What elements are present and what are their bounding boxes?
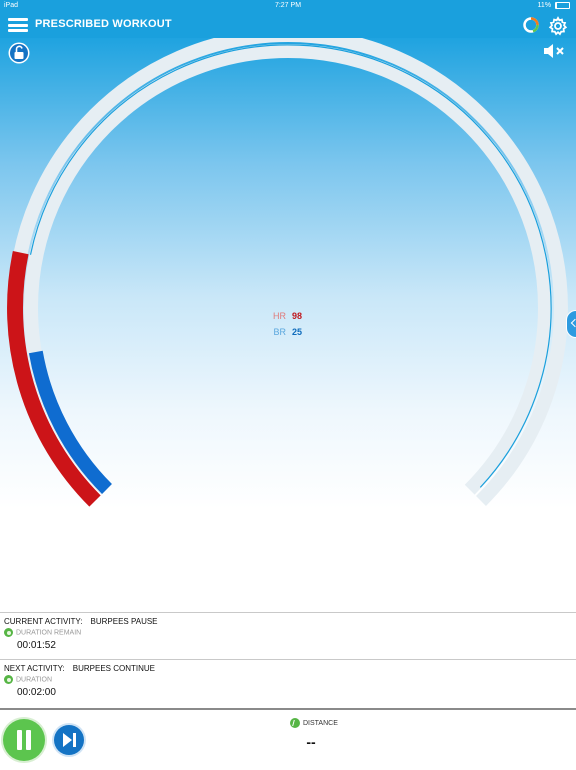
next-activity-time: 00:02:00 [17,687,56,698]
battery-percent: 11% [537,2,552,9]
unlock-icon [8,42,30,64]
timer-icon [4,675,13,684]
timer-icon [4,628,13,637]
menu-button[interactable] [8,18,28,32]
heart-breath-gauge [7,38,568,507]
gear-icon [548,16,568,36]
hr-label: HR [273,311,286,321]
distance-label-row: DISTANCE [290,718,338,728]
distance-label: DISTANCE [303,719,338,727]
settings-button[interactable] [548,16,568,36]
current-activity-heading: CURRENT ACTIVITY: BURPEES PAUSE [4,617,158,626]
next-activity-sub: DURATION [4,675,52,684]
menu-icon [8,18,28,21]
br-value: 25 [292,327,303,337]
progress-ring-icon[interactable] [522,16,540,34]
next-activity-heading: NEXT ACTIVITY: BURPEES CONTINUE [4,664,155,673]
lock-button[interactable] [8,42,30,64]
battery-icon [555,1,570,9]
next-activity-panel: NEXT ACTIVITY: BURPEES CONTINUE DURATION … [0,659,576,709]
current-activity-sub-label: DURATION REMAIN [16,629,82,637]
distance-value: -- [306,734,316,750]
next-activity-sub-label: DURATION [16,676,53,684]
mute-icon [544,44,564,58]
br-label: BR [273,327,286,337]
distance-icon [290,718,300,728]
side-panel-tab-upper[interactable] [566,310,576,338]
current-activity-sub: DURATION REMAIN [4,628,81,637]
page-title: PRESCRIBED WORKOUT [35,18,172,30]
clock: 7:27 PM [274,2,302,9]
current-activity-label: CURRENT ACTIVITY: [4,617,83,626]
hr-value: 98 [292,311,303,321]
next-activity-label: NEXT ACTIVITY: [4,664,65,673]
current-activity-time: 00:01:52 [17,640,56,651]
current-activity-name: BURPEES PAUSE [90,617,158,626]
status-bar: iPad 7:27 PM 11% [0,0,576,12]
next-activity-name: BURPEES CONTINUE [72,664,155,673]
gauge-track-outer [8,38,568,506]
current-activity-panel: CURRENT ACTIVITY: BURPEES PAUSE DURATION … [0,612,576,660]
bottom-controls: DISTANCE -- [0,708,576,770]
title-bar: PRESCRIBED WORKOUT [0,12,576,38]
battery-status: 11% [538,0,570,12]
sound-toggle-button[interactable] [542,42,568,60]
